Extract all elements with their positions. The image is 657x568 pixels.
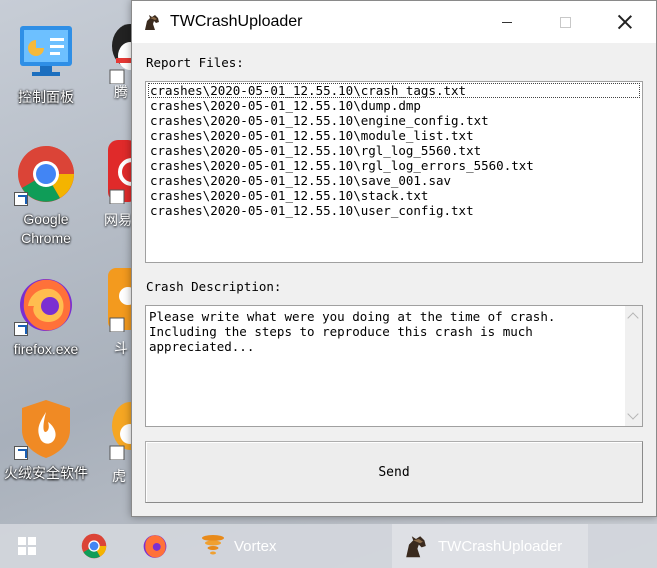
taskbar-chrome[interactable] [80, 524, 108, 568]
chrome-icon [81, 533, 107, 559]
window-title: TWCrashUploader [170, 13, 303, 30]
report-file-row[interactable]: crashes\2020-05-01_12.55.10\rgl_log_erro… [148, 158, 640, 173]
report-file-row[interactable]: crashes\2020-05-01_12.55.10\module_list.… [148, 128, 640, 143]
crash-description-text: Please write what were you doing at the … [149, 309, 556, 354]
firefox-icon [143, 535, 167, 558]
maximize-button[interactable] [542, 1, 588, 43]
desktop-icon-firefox[interactable]: firefox.exe [0, 272, 101, 359]
title-bar[interactable]: TWCrashUploader [132, 1, 656, 43]
shortcut-arrow-icon [14, 446, 28, 460]
report-file-row[interactable]: crashes\2020-05-01_12.55.10\engine_confi… [148, 113, 640, 128]
desktop-icon-google-chrome[interactable]: Google Chrome [0, 142, 101, 248]
start-button[interactable] [18, 524, 36, 568]
scroll-up-icon[interactable] [627, 312, 639, 324]
taskbar-vortex[interactable]: Vortex [200, 524, 277, 568]
partial-icon-tencent-qq[interactable] [108, 20, 132, 84]
desktop-icon-control-panel[interactable]: 控制面板 [0, 20, 101, 107]
vortex-tornado-icon [202, 535, 224, 555]
vertical-scrollbar[interactable] [625, 306, 642, 426]
crash-uploader-window: TWCrashUploader Report Files: crashes\20… [131, 0, 657, 517]
report-file-row[interactable]: crashes\2020-05-01_12.55.10\crash_tags.t… [148, 83, 640, 98]
app-horse-icon [406, 536, 426, 558]
close-button[interactable] [602, 1, 648, 43]
report-files-list[interactable]: crashes\2020-05-01_12.55.10\crash_tags.t… [145, 81, 643, 263]
send-button[interactable]: Send [145, 441, 643, 503]
report-files-label: Report Files: [146, 55, 244, 70]
maximize-icon [559, 16, 571, 28]
desktop-icon-label: 火绒安全软件 [4, 465, 88, 481]
app-horse-icon [145, 15, 159, 30]
partial-label: 网易 [104, 212, 132, 228]
partial-icon-douyu[interactable] [108, 268, 132, 332]
crash-description-input[interactable]: Please write what were you doing at the … [145, 305, 643, 427]
close-icon [618, 15, 632, 29]
taskbar-item-label: TWCrashUploader [438, 537, 563, 555]
taskbar-firefox[interactable] [141, 524, 169, 568]
minimize-button[interactable] [484, 1, 530, 43]
partial-label: 斗 [114, 340, 128, 356]
shortcut-arrow-icon [14, 322, 28, 336]
report-file-row[interactable]: crashes\2020-05-01_12.55.10\save_001.sav [148, 173, 640, 188]
firefox-icon [14, 272, 78, 336]
minimize-icon [502, 21, 512, 23]
partial-icon-netease-music[interactable] [108, 140, 132, 204]
partial-label: 腾 [114, 84, 128, 100]
partial-label: 虎 [112, 468, 126, 484]
huorong-shield-icon [14, 396, 78, 460]
report-file-row[interactable]: crashes\2020-05-01_12.55.10\user_config.… [148, 203, 640, 218]
desktop-icon-label: Google Chrome [21, 211, 71, 246]
report-file-row[interactable]: crashes\2020-05-01_12.55.10\stack.txt [148, 188, 640, 203]
report-file-row[interactable]: crashes\2020-05-01_12.55.10\dump.dmp [148, 98, 640, 113]
control-panel-icon [14, 20, 78, 84]
report-file-row[interactable]: crashes\2020-05-01_12.55.10\rgl_log_5560… [148, 143, 640, 158]
scroll-down-icon[interactable] [627, 408, 639, 420]
shortcut-arrow-icon [14, 192, 28, 206]
chrome-icon [14, 142, 78, 206]
windows-logo-icon [18, 537, 36, 555]
desktop-icon-huorong[interactable]: 火绒安全软件 [0, 396, 101, 483]
desktop-icon-label: 控制面板 [18, 89, 74, 105]
taskbar-twcrashuploader[interactable]: TWCrashUploader [392, 524, 588, 568]
taskbar-item-label: Vortex [234, 537, 277, 555]
partial-icon-huya[interactable] [108, 396, 132, 460]
taskbar: Vortex TWCrashUploader [0, 524, 657, 568]
crash-description-label: Crash Description: [146, 279, 282, 294]
desktop-icon-label: firefox.exe [13, 341, 79, 357]
